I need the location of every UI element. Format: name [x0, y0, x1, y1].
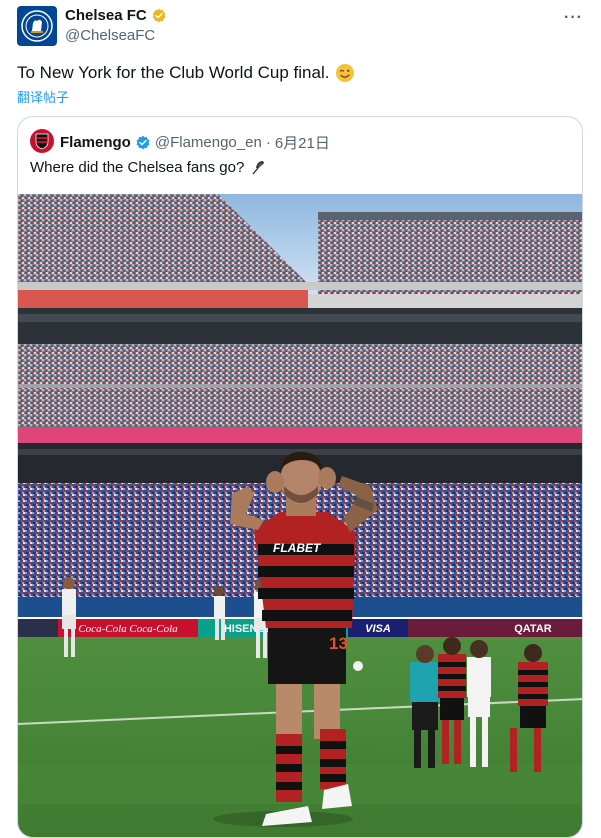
quoted-author-handle[interactable]: @Flamengo_en [155, 134, 262, 151]
more-options-icon[interactable]: ··· [564, 9, 583, 27]
quoted-separator: · [265, 134, 271, 151]
svg-text:Coca-Cola Coca-Cola: Coca-Cola Coca-Cola [78, 623, 178, 635]
author-name[interactable]: Chelsea FC [65, 7, 167, 24]
feather-icon [252, 161, 265, 175]
quoted-author-avatar[interactable] [30, 129, 54, 153]
wink-emoji-icon [336, 64, 355, 82]
shorts-number: 13 [329, 634, 348, 653]
shirt-sponsor: FLABET [273, 541, 322, 555]
author-avatar[interactable] [17, 6, 57, 46]
tweet-text: To New York for the Club World Cup final… [17, 62, 355, 84]
quoted-author-name[interactable]: Flamengo [60, 134, 131, 151]
quoted-header: Flamengo @Flamengo_en · 6月21日 [60, 132, 330, 153]
quoted-date[interactable]: 6月21日 [275, 132, 330, 153]
author-name-text: Chelsea FC [65, 7, 147, 24]
quoted-text-content: Where did the Chelsea fans go? [30, 158, 245, 176]
flamengo-crest-icon [35, 133, 49, 150]
verified-badge-icon [152, 8, 166, 22]
tweet-text-content: To New York for the Club World Cup final… [17, 63, 330, 82]
quoted-tweet[interactable]: Flamengo @Flamengo_en · 6月21日 Where did … [17, 116, 583, 838]
author-handle[interactable]: @ChelseaFC [65, 27, 155, 44]
stadium-photo-image: Coca-Cola Coca-Cola HISENSE VISA QATAR 1… [18, 194, 582, 837]
quoted-text: Where did the Chelsea fans go? [30, 158, 268, 176]
chelsea-crest-icon [21, 10, 53, 42]
stadium-photo[interactable]: Coca-Cola Coca-Cola HISENSE VISA QATAR 1… [18, 194, 582, 837]
svg-text:QATAR: QATAR [514, 623, 552, 635]
svg-text:VISA: VISA [365, 623, 391, 635]
quoted-verified-badge-icon [136, 135, 150, 149]
translate-post-link[interactable]: 翻译帖子 [17, 87, 69, 106]
